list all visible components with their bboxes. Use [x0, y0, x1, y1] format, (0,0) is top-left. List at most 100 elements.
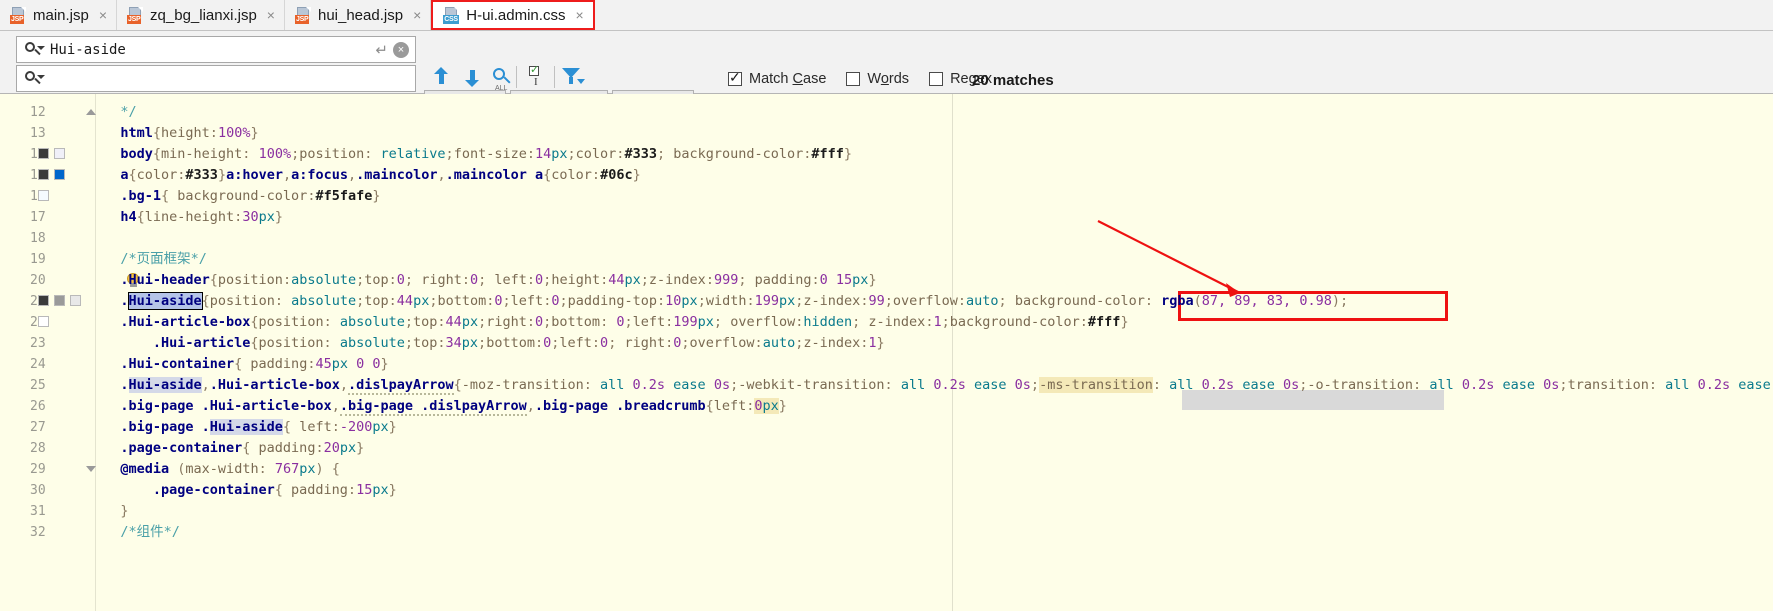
code-token: ; [941, 314, 950, 330]
code-token: { [331, 461, 340, 477]
checkbox-box[interactable] [728, 69, 742, 86]
checkbox-box[interactable] [846, 72, 861, 86]
code-token: : [754, 335, 763, 351]
code-editor[interactable]: */html{height:100%} body{min-height: 100%… [0, 94, 1773, 611]
code-line[interactable]: .Hui-container{ padding:45px 0 0} [120, 354, 388, 375]
code-line[interactable]: /*页面框架*/ [120, 249, 207, 270]
code-line[interactable]: .Hui-aside,.Hui-article-box,.dislpayArro… [120, 375, 1771, 396]
code-token: /*页面框架*/ [120, 251, 207, 267]
search-icon[interactable] [22, 39, 45, 61]
code-token: max-width [185, 461, 259, 477]
code-token: #333 [185, 167, 218, 183]
line-number: 23 [30, 336, 46, 351]
tab-close-icon[interactable]: × [99, 7, 107, 23]
select-all-occurrences-icon[interactable]: ALL [488, 65, 514, 92]
checkbox-box[interactable] [929, 72, 944, 86]
editor-tab-hui-head-jsp[interactable]: JSP hui_head.jsp × [284, 0, 432, 30]
add-selection-icon[interactable]: ✓ I [524, 64, 550, 90]
code-line[interactable]: h4{line-height:30px} [120, 207, 283, 228]
code-token: #fff [811, 146, 844, 162]
gutter-color-swatch[interactable] [38, 295, 49, 306]
code-token: width [705, 293, 747, 309]
checkbox-words[interactable]: Words [846, 71, 909, 87]
code-line[interactable]: .big-page .Hui-article-box,.big-page .di… [120, 396, 787, 417]
enter-icon[interactable]: ↵ [370, 41, 393, 59]
code-token: auto [762, 335, 796, 351]
gutter-color-swatch[interactable] [38, 316, 49, 327]
line-number: 27 [30, 420, 46, 435]
code-token: . [120, 377, 129, 393]
code-token: 0 [535, 314, 544, 330]
code-token: left [559, 335, 592, 351]
code-line[interactable]: .Hui-article{position: absolute;top:34px… [153, 333, 885, 354]
code-line[interactable]: a{color:#333}a:hover,a:focus,.maincolor,… [120, 165, 640, 186]
code-token: : [705, 272, 714, 288]
code-line[interactable]: .Hui-header{position:absolute;top:0; rig… [120, 270, 876, 291]
gutter-color-swatch[interactable] [54, 169, 65, 180]
gutter-color-swatch[interactable] [54, 148, 65, 159]
code-token: ; [567, 146, 576, 162]
code-line[interactable]: body{min-height: 100%;position: relative… [120, 144, 852, 165]
code-fold-down-icon[interactable] [86, 466, 96, 472]
replace-input[interactable] [16, 65, 416, 92]
editor-tab-main-jsp[interactable]: JSP main.jsp × [0, 0, 118, 30]
code-token: position [258, 314, 324, 330]
gutter-color-swatch[interactable] [38, 190, 49, 201]
editor-tab-zq-bg-lianxi-jsp[interactable]: JSP zq_bg_lianxi.jsp × [117, 0, 285, 30]
code-token: 0 [469, 272, 479, 288]
code-token: { [234, 356, 251, 372]
code-token: auto [966, 293, 999, 309]
code-line[interactable]: /*组件*/ [120, 522, 180, 543]
checkbox-match-case[interactable]: Match Case [728, 69, 826, 87]
code-fold-up-icon[interactable] [86, 109, 96, 115]
code-token: 0.2s [933, 377, 966, 393]
code-token: : [665, 335, 674, 351]
tab-close-icon[interactable]: × [267, 7, 275, 23]
code-line[interactable]: @media (max-width: 767px) { [120, 459, 340, 480]
line-number: 20 [30, 273, 46, 288]
gutter-color-swatch[interactable] [54, 295, 65, 306]
code-token: px [372, 419, 389, 435]
code-line[interactable]: .Hui-aside{position: absolute;top:44px;b… [120, 291, 1348, 312]
code-token: absolute [339, 314, 405, 330]
find-previous-icon[interactable] [428, 65, 454, 91]
gutter-color-swatch[interactable] [38, 148, 49, 159]
gutter-color-swatch[interactable] [38, 169, 49, 180]
search-dropdown-icon[interactable] [22, 68, 45, 90]
code-token: 44 [608, 272, 625, 288]
code-token: ; [884, 293, 893, 309]
tab-close-icon[interactable]: × [575, 7, 583, 23]
code-token: } [388, 419, 397, 435]
code-line[interactable]: .Hui-article-box{position: absolute;top:… [120, 312, 1128, 333]
gutter-color-swatch[interactable] [70, 295, 81, 306]
code-token: } [250, 125, 259, 141]
close-icon[interactable]: × [393, 41, 409, 58]
code-line[interactable]: */ [120, 102, 136, 123]
code-token: 10 [665, 293, 682, 309]
line-number: 31 [30, 504, 46, 519]
code-line[interactable]: .bg-1{ background-color:#f5fafe} [120, 186, 380, 207]
code-token: body [120, 146, 153, 162]
code-token: height [161, 125, 210, 141]
code-line[interactable]: } [120, 501, 128, 522]
code-line[interactable]: .page-container{ padding:20px} [120, 438, 364, 459]
code-line[interactable]: .big-page .Hui-aside{ left:-200px} [120, 417, 397, 438]
tab-close-icon[interactable]: × [413, 7, 421, 23]
code-content[interactable]: */html{height:100%} body{min-height: 100%… [96, 94, 1773, 611]
code-line[interactable]: .page-container{ padding:15px} [153, 480, 397, 501]
code-token: top [413, 314, 438, 330]
code-token: } [356, 440, 365, 456]
filter-icon[interactable] [562, 66, 586, 90]
line-number: 18 [30, 231, 46, 246]
code-token: color [551, 167, 592, 183]
code-token: Hui-aside [127, 292, 203, 310]
editor-tab-h-ui-admin-css[interactable]: CSS H-ui.admin.css × [431, 0, 595, 30]
code-line[interactable]: html{height:100%} [120, 123, 258, 144]
code-token: 14 [534, 146, 552, 162]
code-token: : [657, 293, 666, 309]
search-input[interactable]: Hui-aside ↵ × [16, 36, 416, 63]
find-next-icon[interactable] [459, 65, 485, 91]
code-token: { [128, 167, 137, 183]
